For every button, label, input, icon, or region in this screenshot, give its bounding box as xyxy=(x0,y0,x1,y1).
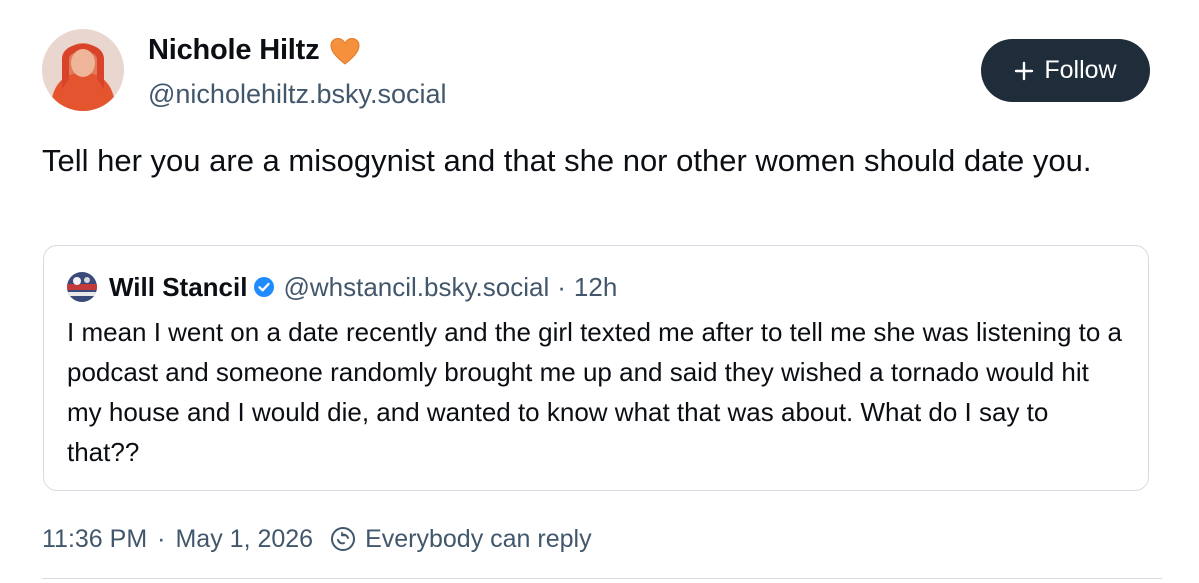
quoted-post[interactable]: Will Stancil @whstancil.bsky.social · 12… xyxy=(43,245,1149,491)
post-date: May 1, 2026 xyxy=(175,524,314,553)
divider xyxy=(42,578,1162,579)
author-avatar[interactable] xyxy=(42,29,124,111)
reply-settings-icon xyxy=(331,527,356,551)
quoted-post-header: Will Stancil @whstancil.bsky.social · 12… xyxy=(67,270,617,304)
follow-button[interactable]: Follow xyxy=(981,39,1150,102)
plus-icon xyxy=(1015,61,1034,80)
quoted-post-text: I mean I went on a date recently and the… xyxy=(67,317,1123,467)
quoted-post-time[interactable]: 12h xyxy=(574,272,617,303)
author-name-row: Nichole Hiltz xyxy=(148,31,361,69)
post-text: Tell her you are a misogynist and that s… xyxy=(42,143,1092,178)
quoted-author-handle[interactable]: @whstancil.bsky.social xyxy=(283,272,549,303)
follow-button-label: Follow xyxy=(1044,56,1117,84)
quoted-post-separator: · xyxy=(557,271,566,302)
footer-separator: · xyxy=(157,524,166,553)
verified-check-icon xyxy=(254,277,275,297)
reply-setting-text[interactable]: Everybody can reply xyxy=(365,525,592,554)
quoted-author-name[interactable]: Will Stancil xyxy=(109,272,247,303)
quoted-author-avatar[interactable] xyxy=(67,272,97,302)
post-footer: 11:36 PM · May 1, 2026 Everybody can rep… xyxy=(42,520,592,558)
author-name[interactable]: Nichole Hiltz xyxy=(148,31,320,69)
author-handle[interactable]: @nicholehiltz.bsky.social xyxy=(148,77,447,111)
orange-heart-icon xyxy=(330,37,360,65)
post-time: 11:36 PM xyxy=(42,524,148,553)
post-card: Nichole Hiltz @nicholehiltz.bsky.social … xyxy=(0,0,1199,583)
